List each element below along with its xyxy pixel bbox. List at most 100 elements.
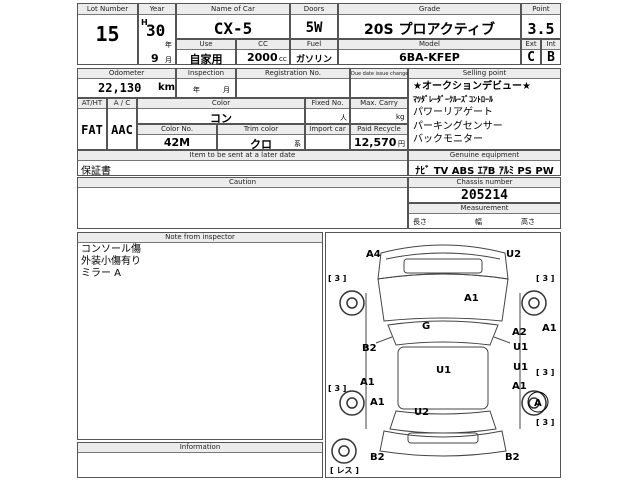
max-carry-label: Max. Carry xyxy=(360,99,398,107)
caution-cell: Caution xyxy=(77,177,408,229)
int-cell: Int B xyxy=(541,39,561,65)
lot-label: Lot Number xyxy=(86,5,129,13)
at-ht-label: AT/HT xyxy=(81,99,103,107)
fuel-cell: Fuel ガソリン xyxy=(290,39,338,65)
use-value: 自家用 xyxy=(189,53,223,66)
point-cell: Point 3.5 xyxy=(521,3,561,39)
plate-shape xyxy=(407,432,479,444)
month-value: 9 xyxy=(151,52,159,65)
information-label: Information xyxy=(179,443,221,451)
odometer-cell: Odometer 22,130 km xyxy=(77,68,176,98)
spare-tire-icon xyxy=(331,438,357,464)
paid-recycle-label: Paid Recycle xyxy=(357,125,401,133)
selling-point-4: パーキングセンサー xyxy=(413,121,503,132)
auction-sheet: Lot Number 15 Year H 30 年 9 月 Name of Ca… xyxy=(0,0,640,480)
front-grille-line xyxy=(385,252,501,260)
grade-label: Grade xyxy=(418,5,441,13)
at-ht-cell: AT/HT FAT xyxy=(77,98,107,150)
year-unit: 年 xyxy=(165,41,172,49)
registration-label: Registration No. xyxy=(264,69,322,77)
due-date-cell: Due date issue change xyxy=(350,68,408,98)
odometer-unit: km xyxy=(158,82,176,93)
tire-top-right: [ 3 ] xyxy=(536,274,554,283)
measurement-length: 長さ xyxy=(413,218,427,226)
rear-window-shape xyxy=(389,410,497,434)
name-value: CX-5 xyxy=(213,19,253,38)
items-sent-label: Item to be sent at a later date xyxy=(189,151,296,159)
trim-color-unit: 系 xyxy=(294,140,301,148)
max-carry-unit: kg xyxy=(396,113,405,121)
color-label: Color xyxy=(211,99,231,107)
mark-right-upper: A2 xyxy=(512,327,527,338)
doors-value: 5W xyxy=(305,20,323,36)
windshield-shape xyxy=(387,320,499,346)
items-sent-cell: Item to be sent at a later date 保証書 xyxy=(77,150,408,177)
genuine-cell: Genuine equipment ﾅﾋﾞ TV ABS ｴｱB ｱﾙﾐ PS … xyxy=(408,150,561,177)
odometer-value: 22,130 xyxy=(98,81,142,95)
selling-point-2: ﾏﾂﾀﾞﾚｰﾀﾞｰｸﾙｰｽﾞｺﾝﾄﾛｰﾙ xyxy=(413,95,493,104)
fixed-no-cell: Fixed No. 人 xyxy=(305,98,350,124)
doors-cell: Doors 5W xyxy=(290,3,338,39)
wheel-front-left-icon xyxy=(339,290,365,316)
name-label: Name of Car xyxy=(211,5,255,13)
mark-front-left: A4 xyxy=(366,249,381,260)
cc-unit: cc xyxy=(279,55,287,63)
tire-mid-left: [ 3 ] xyxy=(328,384,346,393)
year-cell: Year H 30 年 9 月 xyxy=(138,3,176,65)
car-diagram: A4 U2 A1 G A2 A1 U1 U1 B2 A1 A1 U1 U2 A1… xyxy=(325,232,561,478)
trim-color-cell: Trim color クロ 系 xyxy=(217,124,305,151)
inspector-notes-cell: Note from inspector コンソール傷 外装小傷有り ミラー A xyxy=(77,232,323,440)
model-value: 6BA-KFEP xyxy=(399,51,460,64)
chassis-value: 205214 xyxy=(461,188,508,203)
tire-bottom-right: [ 3 ] xyxy=(536,418,554,427)
chassis-label: Chassis number xyxy=(456,178,513,186)
color-no-label: Color No. xyxy=(160,125,194,133)
mark-right-u1a: U1 xyxy=(513,342,528,353)
paid-recycle-unit: 円 xyxy=(398,140,405,148)
caution-label: Caution xyxy=(228,178,257,186)
genuine-label: Genuine equipment xyxy=(449,151,520,159)
point-value: 3.5 xyxy=(527,20,555,38)
ac-label: A / C xyxy=(113,99,131,107)
mark-roof: G xyxy=(422,321,430,332)
ac-value: AAC xyxy=(111,123,133,137)
paid-recycle-value: 12,570 xyxy=(354,136,397,149)
inspector-note-3: ミラー A xyxy=(81,268,122,279)
tire-top-left: [ 3 ] xyxy=(328,274,346,283)
mark-right-a1: A1 xyxy=(542,323,557,334)
paid-recycle-cell: Paid Recycle 12,570 円 xyxy=(350,124,408,150)
bonnet-shape xyxy=(377,273,509,322)
year-label: Year xyxy=(149,5,165,13)
fuel-value: ガソリン xyxy=(295,55,332,65)
mark-bottom-left: B2 xyxy=(370,452,385,463)
grade-cell: Grade 20S プロアクティブ xyxy=(338,3,521,39)
mark-front-right: U2 xyxy=(506,249,521,260)
color-no-value: 42M xyxy=(163,136,191,149)
ext-label: Ext xyxy=(525,40,537,48)
transmission-value: FAT xyxy=(81,123,103,137)
cc-label: CC xyxy=(258,40,268,48)
odometer-label: Odometer xyxy=(108,69,145,77)
inspection-year-unit: 年 xyxy=(193,86,200,94)
use-cell: Use 自家用 xyxy=(176,39,236,66)
model-label: Model xyxy=(418,40,441,48)
color-cell: Color コン xyxy=(137,98,305,125)
inspector-note-1: コンソール傷 xyxy=(81,244,141,255)
int-label: Int xyxy=(546,40,556,48)
mark-rear-a1: A1 xyxy=(512,381,527,392)
int-value: B xyxy=(547,50,555,65)
model-cell: Model 6BA-KFEP xyxy=(338,39,521,65)
measurement-label: Measurement xyxy=(460,204,509,212)
wheel-front-right-icon xyxy=(521,290,547,316)
import-car-cell: Import car xyxy=(305,124,350,150)
tire-mid-right: [ 3 ] xyxy=(536,368,554,377)
inspector-note-2: 外装小傷有り xyxy=(81,256,141,267)
use-label: Use xyxy=(199,40,213,48)
cc-cell: CC 2000 cc xyxy=(236,39,290,65)
spare-tire-label: [ レス ] xyxy=(330,466,359,475)
mark-right-u1b: U1 xyxy=(513,362,528,373)
selling-point-1: ★オークションデビュー★ xyxy=(413,81,531,92)
fixed-no-unit: 人 xyxy=(340,114,347,122)
selling-point-cell: Selling point ★オークションデビュー★ ﾏﾂﾀﾞﾚｰﾀﾞｰｸﾙｰｽ… xyxy=(408,68,561,150)
max-carry-cell: Max. Carry kg xyxy=(350,98,408,124)
